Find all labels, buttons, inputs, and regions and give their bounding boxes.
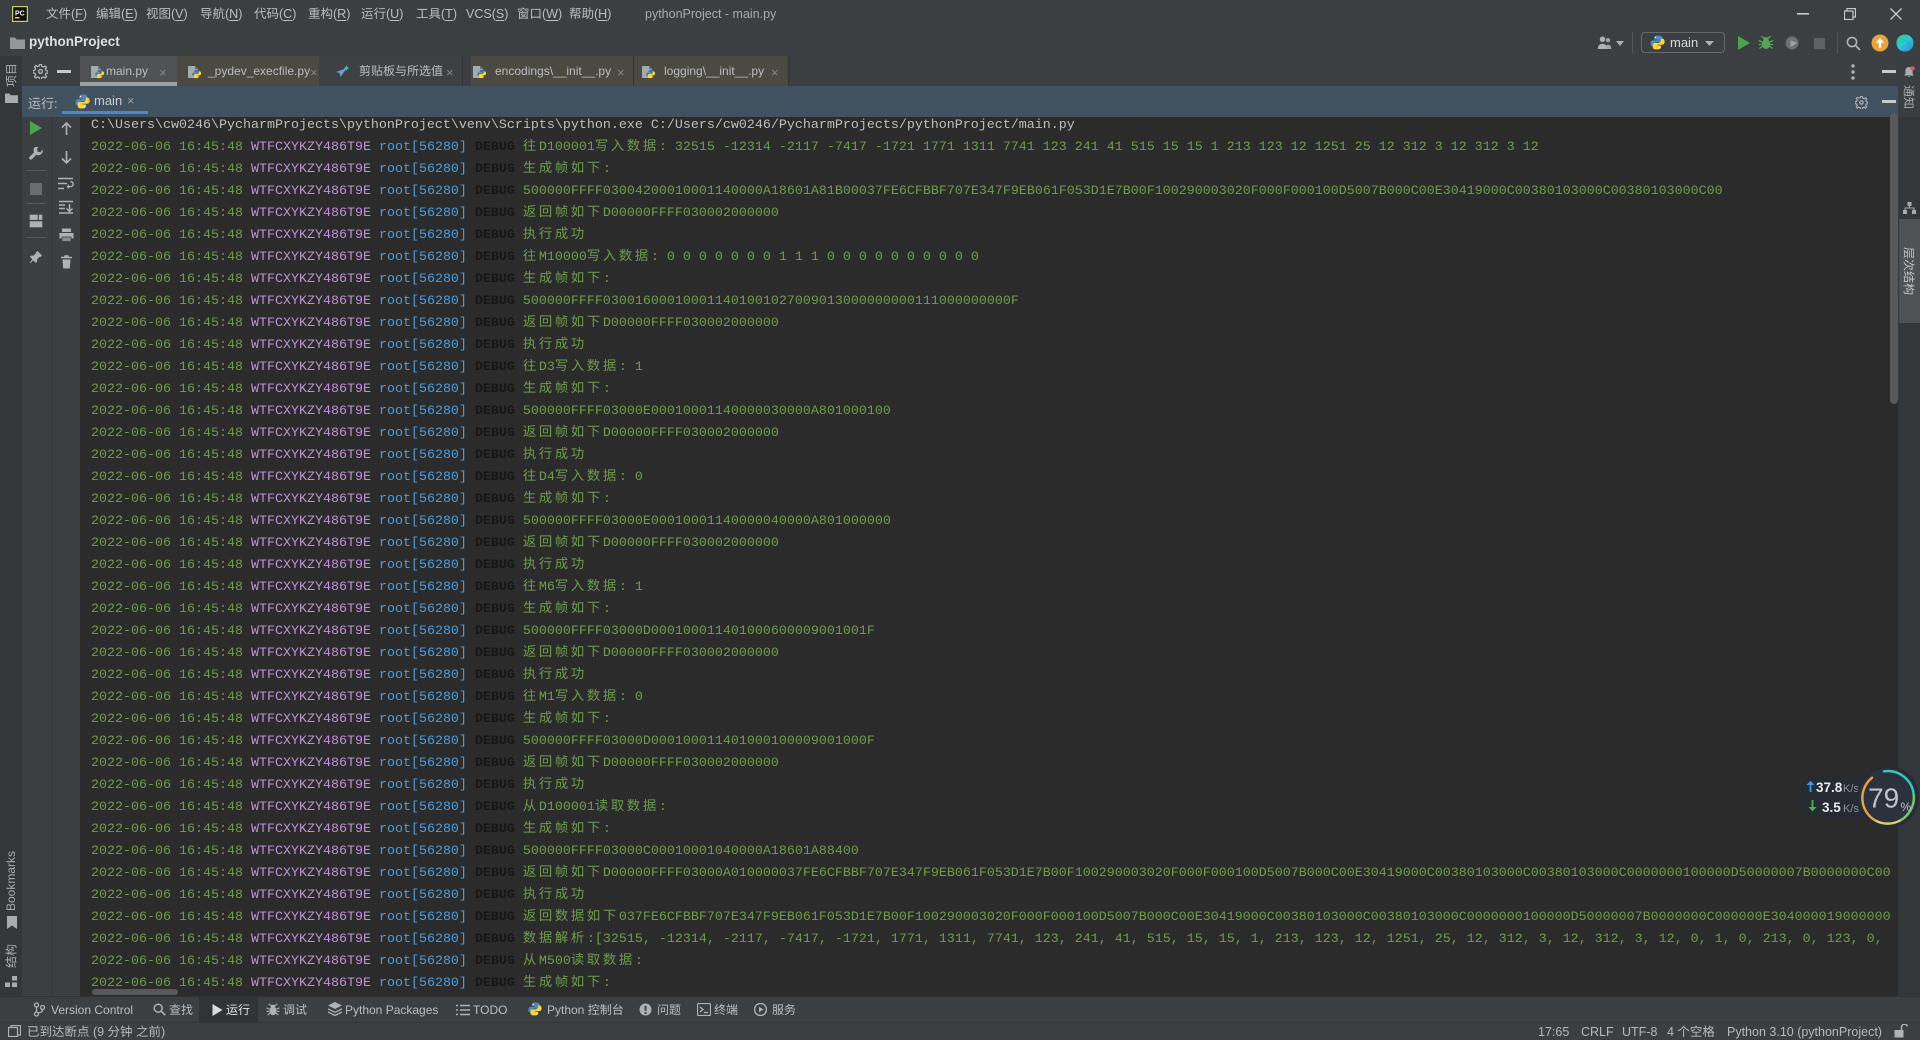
svg-text:%: % [1901,800,1912,814]
svg-text:79: 79 [1868,783,1899,814]
svg-text:PC: PC [15,11,25,18]
